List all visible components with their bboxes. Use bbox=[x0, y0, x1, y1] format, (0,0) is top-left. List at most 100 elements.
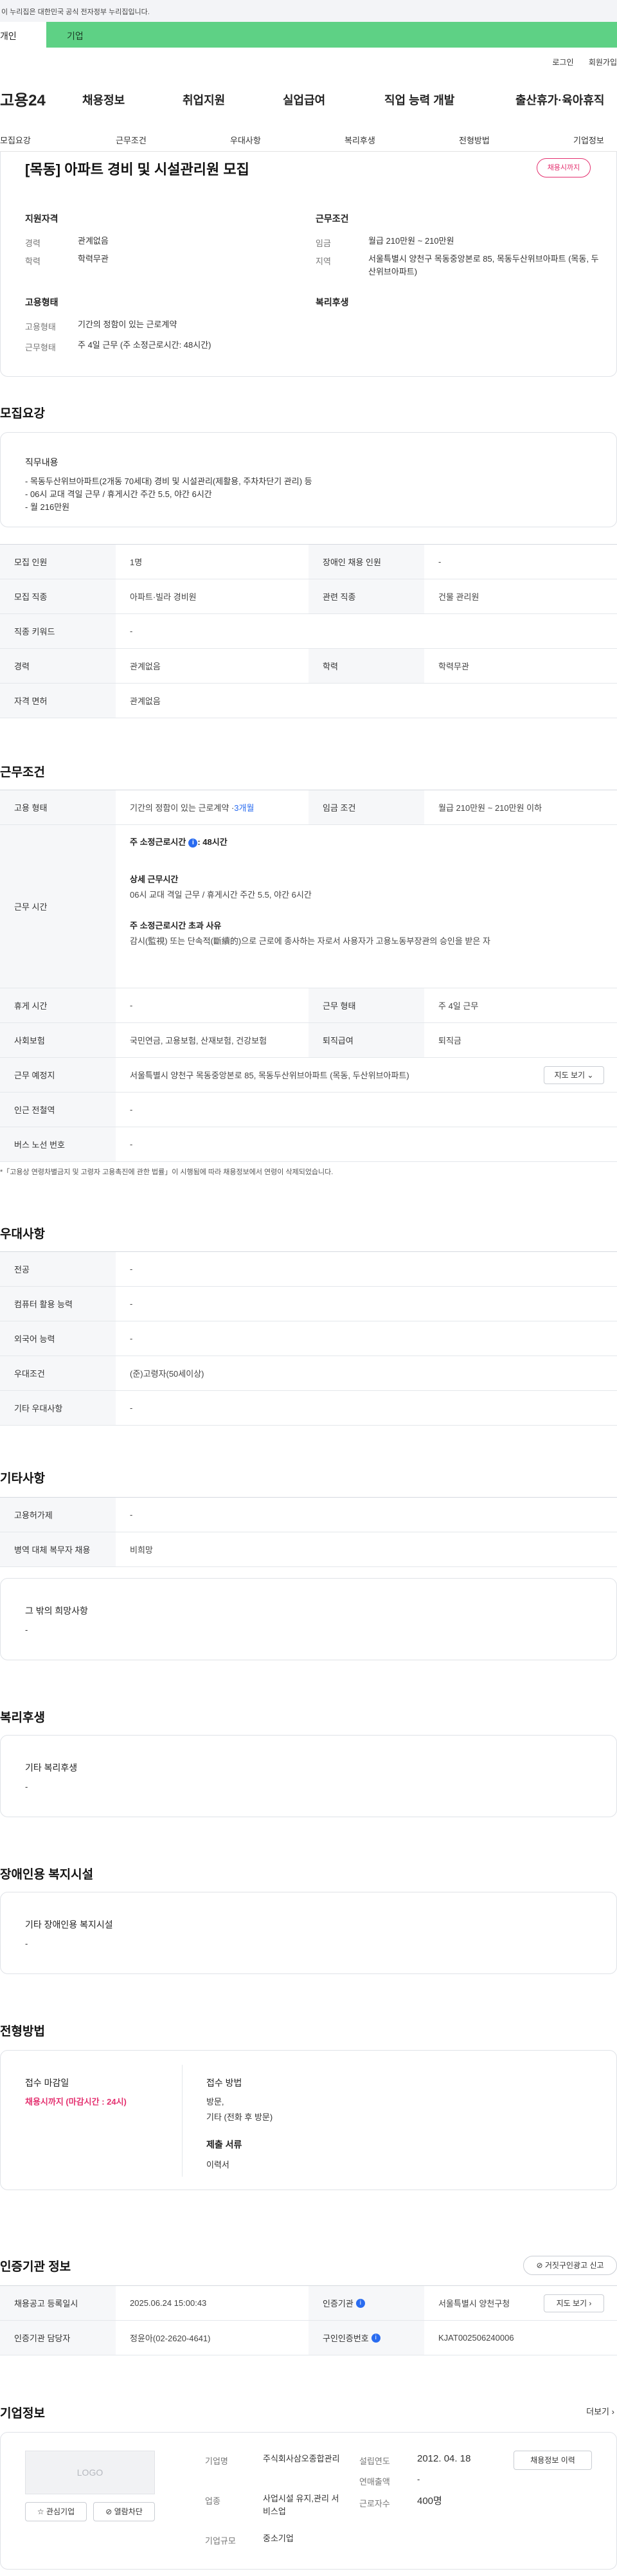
section-anchor-nav: 모집요강 근무조건 우대사항 복리후생 전형방법 기업정보 bbox=[0, 129, 617, 152]
table-cell: - bbox=[130, 1299, 133, 1309]
weekly-hours-value: : 48시간 bbox=[197, 837, 228, 847]
anchor-selection[interactable]: 전형방법 bbox=[459, 134, 490, 146]
table-row: 인근 전철역 - bbox=[0, 1093, 617, 1127]
agency-map-button-label: 지도 보기 bbox=[556, 2299, 587, 2308]
info-icon[interactable]: i bbox=[371, 2333, 380, 2343]
anchor-company[interactable]: 기업정보 bbox=[573, 134, 604, 146]
login-link[interactable]: 로그인 bbox=[552, 58, 573, 67]
interest-company-button[interactable]: ☆ 관심기업 bbox=[25, 2502, 87, 2521]
table-header-cell: 병역 대체 복무자 채용 bbox=[0, 1532, 116, 1566]
gnb-item-jobs[interactable]: 채용정보 bbox=[82, 91, 125, 108]
table-row: 경력 관계없음 학력 학력무관 bbox=[0, 649, 617, 684]
gnb-item-unemployment-benefit[interactable]: 실업급여 bbox=[283, 91, 325, 108]
table-row: 기타 우대사항 - bbox=[0, 1391, 617, 1426]
table-row: 외국어 능력 - bbox=[0, 1321, 617, 1356]
chevron-right-icon: › bbox=[611, 2407, 614, 2417]
table-header-cell: 장애인 채용 인원 bbox=[308, 545, 424, 579]
duty-line: - 월 216만원 bbox=[25, 502, 70, 512]
info-icon[interactable]: i bbox=[188, 838, 198, 848]
gov-banner-text: 이 누리집은 대한민국 공식 전자정부 누리집입니다. bbox=[1, 8, 150, 16]
table-cell: - bbox=[130, 1403, 133, 1413]
anchor-conditions[interactable]: 근무조건 bbox=[116, 134, 147, 146]
employment-type-cell: 기간의 정함이 있는 근로계약 · 3개월 bbox=[116, 790, 254, 824]
employment-heading: 고용형태 bbox=[25, 297, 58, 307]
company-more-link[interactable]: 더보기 › bbox=[586, 2405, 614, 2417]
duty-heading: 직무내용 bbox=[25, 457, 58, 467]
gnb-item-parental-leave[interactable]: 출산휴가·육아휴직 bbox=[515, 91, 604, 108]
industry-label: 업종 bbox=[205, 2496, 220, 2506]
table-header-cell: 사회보험 bbox=[0, 1023, 116, 1057]
method-value: 방문, bbox=[206, 2097, 224, 2107]
table-header-cell: 근무 형태 bbox=[308, 988, 424, 1022]
agency-label: 인증기관 bbox=[323, 2299, 353, 2308]
table-cell: 2025.06.24 15:00:43 bbox=[130, 2298, 207, 2308]
anchor-recruit[interactable]: 모집요강 bbox=[0, 134, 31, 146]
other-table: 고용허가제 - 병역 대체 복무자 채용 비희망 bbox=[0, 1497, 617, 1567]
job-title: [목동] 아파트 경비 및 시설관리원 모집 bbox=[25, 161, 249, 177]
welfare-value: - bbox=[25, 1782, 28, 1791]
table-row: 모집 인원 1명 장애인 채용 인원 - bbox=[0, 545, 617, 579]
tab-company[interactable]: 기업 bbox=[46, 22, 617, 48]
table-row: 자격 면허 관계없음 bbox=[0, 684, 617, 718]
selection-section-title: 전형방법 bbox=[0, 2025, 45, 2038]
table-cell: 퇴직금 bbox=[438, 1036, 461, 1046]
table-cell: 비희망 bbox=[130, 1545, 153, 1555]
main-nav: 고용24 채용정보 취업지원 실업급여 직업 능력 개발 출산휴가·육아휴직 bbox=[0, 85, 617, 117]
disability-value: - bbox=[25, 1939, 28, 1948]
job-history-button[interactable]: 채용정보 이력 bbox=[514, 2451, 592, 2470]
tab-personal[interactable]: 개인 bbox=[0, 22, 46, 48]
other-wish-value: - bbox=[25, 1625, 28, 1635]
table-row: 모집 직종 아파트·빌라 경비원 관련 직종 건물 관리원 bbox=[0, 579, 617, 614]
education-label: 학력 bbox=[25, 257, 40, 266]
work-type-label: 근무형태 bbox=[25, 343, 56, 352]
agency-table: 채용공고 등록일시 2025.06.24 15:00:43 인증기관 i 서울특별… bbox=[0, 2285, 617, 2355]
recruit-table: 모집 인원 1명 장애인 채용 인원 - 모집 직종 아파트·빌라 경비원 관련… bbox=[0, 544, 617, 718]
gnb-item-vocational-training[interactable]: 직업 능력 개발 bbox=[384, 91, 454, 108]
table-cell: 정윤아(02-2620-4641) bbox=[130, 2334, 211, 2343]
table-cell: 건물 관리원 bbox=[438, 592, 479, 602]
industry-value: 사업시설 유지,관리 서비스업 bbox=[263, 2494, 339, 2516]
agency-map-button[interactable]: 지도 보기 › bbox=[544, 2294, 604, 2312]
site-logo[interactable]: 고용24 bbox=[0, 87, 46, 110]
anchor-preferences[interactable]: 우대사항 bbox=[230, 134, 261, 146]
info-icon[interactable]: i bbox=[355, 2298, 365, 2308]
table-row: 직종 키워드 - bbox=[0, 614, 617, 649]
table-header-cell: 채용공고 등록일시 bbox=[0, 2286, 116, 2320]
table-row: 인증기관 담당자 정윤아(02-2620-4641) 구인인증번호 i KJAT0… bbox=[0, 2321, 617, 2355]
welfare-card: 기타 복리후생 - bbox=[0, 1735, 617, 1817]
table-cell: - bbox=[130, 1139, 133, 1149]
table-cell: 서울특별시 양천구청 bbox=[438, 2299, 510, 2308]
map-button[interactable]: 지도 보기 ⌄ bbox=[544, 1066, 604, 1084]
gnb-item-employment-support[interactable]: 취업지원 bbox=[183, 91, 225, 108]
conditions-table: 고용 형태 기간의 정함이 있는 근로계약 · 3개월 임금 조건 월급 210… bbox=[0, 790, 617, 1162]
duty-card: 직무내용 - 목동두산위브아파트(2개동 70세대) 경비 및 시설관리(제활용… bbox=[0, 432, 617, 527]
deadline-label: 접수 마감일 bbox=[25, 2078, 69, 2088]
selection-card: 접수 마감일 채용시까지 (마감시간 : 24시) 접수 방법 방문, 기타 (… bbox=[0, 2050, 617, 2190]
disability-card: 기타 장애인용 복지시설 - bbox=[0, 1892, 617, 1974]
map-button-label: 지도 보기 bbox=[554, 1071, 586, 1080]
table-cell: - bbox=[130, 1264, 133, 1274]
table-cell: 주 4일 근무 bbox=[438, 1001, 479, 1011]
signup-link[interactable]: 회원가입 bbox=[589, 58, 617, 67]
anchor-welfare[interactable]: 복리후생 bbox=[344, 134, 375, 146]
gov-banner: 이 누리집은 대한민국 공식 전자정부 누리집입니다. bbox=[0, 0, 617, 22]
conditions-section-title: 근무조건 bbox=[0, 766, 45, 779]
detail-hours-value: 06시 교대 격일 근무 / 휴게시간 주간 5.5, 야간 6시간 bbox=[130, 890, 312, 900]
contract-period-link[interactable]: 3개월 bbox=[234, 801, 254, 813]
table-header-cell: 인근 전철역 bbox=[0, 1093, 116, 1127]
chevron-down-icon: ⌄ bbox=[587, 1071, 594, 1080]
welfare-heading: 복리후생 bbox=[316, 297, 349, 307]
block-company-button[interactable]: ⊘ 열람차단 bbox=[93, 2502, 155, 2521]
table-cell: 서울특별시 양천구 목동중앙본로 85, 목동두산위브아파트 (목동, 두산위브… bbox=[130, 1071, 409, 1080]
table-header-cell: 퇴직급여 bbox=[308, 1023, 424, 1057]
table-cell: 관계없음 bbox=[130, 696, 161, 706]
company-card: LOGO ☆ 관심기업 ⊘ 열람차단 기업명 주식회사삼오종합관리 업종 사업시… bbox=[0, 2432, 617, 2570]
report-fake-job-button[interactable]: ⊘ 거짓구인광고 신고 bbox=[523, 2256, 617, 2275]
method-value: 기타 (전화 후 방문) bbox=[206, 2112, 273, 2122]
table-header-cell: 버스 노선 번호 bbox=[0, 1127, 116, 1161]
deadline-badge: 채용시까지 bbox=[537, 158, 591, 177]
company-logo-placeholder: LOGO bbox=[25, 2451, 155, 2494]
table-cell: - bbox=[130, 626, 133, 636]
table-header-cell: 모집 인원 bbox=[0, 545, 116, 579]
preferences-table: 전공 - 컴퓨터 활용 능력 - 외국어 능력 - 우대조건 (준)고령자(50… bbox=[0, 1251, 617, 1426]
